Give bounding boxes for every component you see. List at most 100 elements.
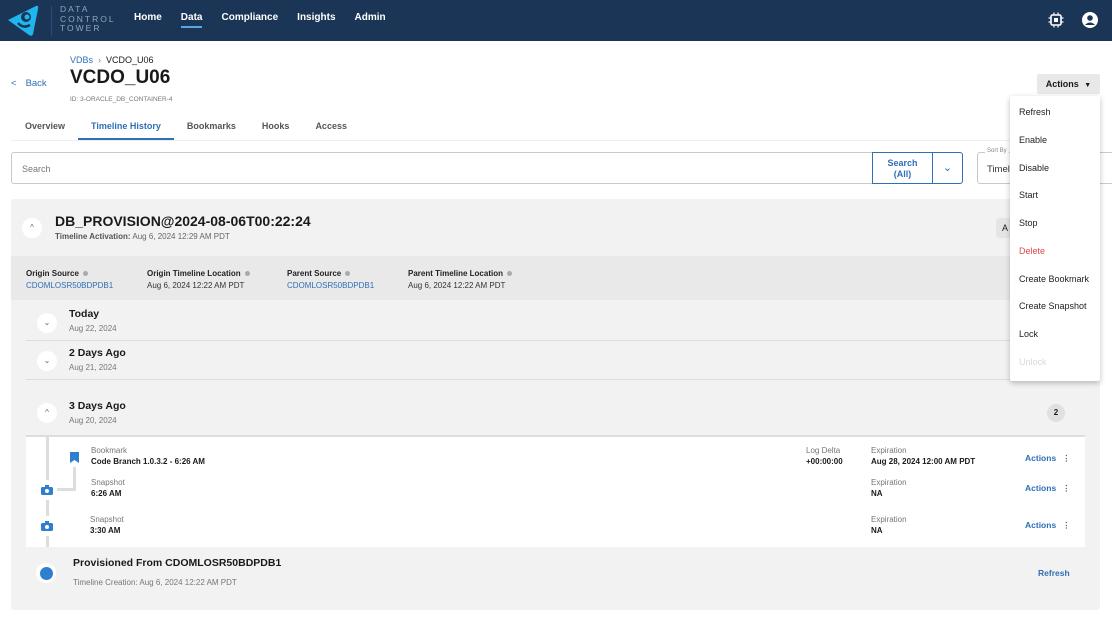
expand-group-button[interactable]: ⌄	[37, 313, 57, 333]
breadcrumb-separator: ›	[98, 55, 102, 65]
search-scope-dropdown[interactable]: ⌄	[932, 152, 963, 184]
menu-item-stop[interactable]: Stop	[1019, 218, 1038, 228]
tab-timeline-history[interactable]: Timeline History	[78, 121, 174, 140]
search-input[interactable]: Search	[11, 152, 873, 184]
menu-item-start[interactable]: Start	[1019, 190, 1038, 200]
item-actions-button[interactable]: Actions ⋮	[1025, 483, 1071, 494]
item-actions-button[interactable]: Actions ⋮	[1025, 520, 1071, 531]
group-today[interactable]	[26, 303, 1085, 341]
back-label: Back	[25, 78, 47, 89]
group-title: 2 Days Ago	[69, 347, 126, 359]
info-icon[interactable]	[82, 271, 88, 277]
expiration-value: Aug 28, 2024 12:00 AM PDT	[871, 457, 976, 466]
item-expiration: Expiration Aug 28, 2024 12:00 AM PDT	[871, 446, 975, 466]
timeline-connector	[73, 466, 76, 490]
item-expiration: Expiration NA	[871, 478, 907, 498]
tab-bookmarks[interactable]: Bookmarks	[187, 121, 236, 131]
timeline-connector	[56, 488, 76, 491]
item-type: Bookmark	[91, 446, 128, 455]
menu-item-enable[interactable]: Enable	[1019, 135, 1047, 145]
chip-icon[interactable]	[1047, 11, 1065, 29]
parent-source-link[interactable]: CDOMLOSR50BDPDB1	[287, 281, 374, 290]
item-snapshot[interactable]: Snapshot 6:26 AM	[91, 478, 125, 498]
meta-label: Origin Source	[26, 269, 79, 278]
group-date: Aug 20, 2024	[69, 416, 117, 425]
meta-label: Origin Timeline Location	[147, 269, 241, 278]
menu-item-create-bookmark[interactable]: Create Bookmark	[1019, 274, 1089, 284]
brand-divider	[51, 6, 52, 36]
expiration-value: NA	[871, 489, 883, 498]
item-actions-label: Actions	[1025, 483, 1057, 493]
tab-hooks[interactable]: Hooks	[262, 121, 290, 131]
item-name: 3:30 AM	[90, 526, 121, 535]
nav-compliance[interactable]: Compliance	[221, 12, 278, 23]
tab-access[interactable]: Access	[315, 121, 347, 131]
chevron-up-icon: ^	[45, 408, 49, 417]
sort-by-label: Sort By	[985, 148, 1009, 154]
actions-button[interactable]: Actions ▼	[1037, 74, 1100, 94]
collapse-timeline-button[interactable]: ^	[22, 218, 42, 238]
provisioned-subtitle: Timeline Creation: Aug 6, 2024 12:22 AM …	[73, 578, 237, 587]
breadcrumb-current: VCDO_U06	[106, 55, 154, 65]
tab-divider	[11, 140, 1100, 141]
item-type: Snapshot	[91, 478, 125, 487]
nav-insights[interactable]: Insights	[297, 12, 335, 23]
breadcrumb: VDBs › VCDO_U06	[70, 55, 154, 65]
item-log-delta: Log Delta +00:00:00	[806, 446, 843, 466]
item-bookmark[interactable]: Bookmark Code Branch 1.0.3.2 - 6:26 AM	[91, 446, 205, 466]
menu-item-lock[interactable]: Lock	[1019, 329, 1038, 339]
meta-origin-timeline-location: Origin Timeline Location Aug 6, 2024 12:2…	[147, 269, 250, 290]
info-icon[interactable]	[506, 271, 512, 277]
menu-item-delete[interactable]: Delete	[1019, 246, 1045, 256]
user-account-icon[interactable]	[1081, 11, 1099, 29]
actions-button-label: Actions	[1045, 79, 1079, 89]
item-snapshot[interactable]: Snapshot 3:30 AM	[90, 515, 124, 535]
camera-icon	[37, 516, 57, 536]
expiration-label: Expiration	[871, 446, 907, 455]
menu-item-disable[interactable]: Disable	[1019, 163, 1049, 173]
actions-menu: Refresh Enable Disable Start Stop Delete…	[1010, 96, 1100, 381]
info-icon[interactable]	[244, 271, 250, 277]
back-button[interactable]: < Back	[11, 78, 47, 89]
item-actions-label: Actions	[1025, 453, 1057, 463]
activation-value: Aug 6, 2024 12:29 AM PDT	[132, 232, 230, 241]
group-date: Aug 22, 2024	[69, 324, 117, 333]
chevron-up-icon: ^	[30, 223, 34, 232]
meta-value: Aug 6, 2024 12:22 AM PDT	[408, 281, 506, 290]
expiration-label: Expiration	[871, 478, 907, 487]
tab-bar: Overview Timeline History Bookmarks Hook…	[25, 121, 373, 140]
collapse-group-button[interactable]: ^	[37, 403, 57, 423]
search-button[interactable]: Search (All)	[872, 152, 933, 184]
menu-item-create-snapshot[interactable]: Create Snapshot	[1019, 301, 1087, 311]
meta-label: Parent Source	[287, 269, 342, 278]
activation-label: Timeline Activation:	[55, 232, 131, 241]
refresh-link[interactable]: Refresh	[1038, 568, 1070, 578]
log-delta-value: +00:00:00	[806, 457, 843, 466]
search-button-label: Search	[887, 158, 918, 168]
info-icon[interactable]	[345, 271, 351, 277]
group-title: Today	[69, 308, 100, 320]
origin-source-link[interactable]: CDOMLOSR50BDPDB1	[26, 281, 113, 290]
group-3-days-ago[interactable]	[26, 390, 1085, 436]
top-nav-bar: DATA CONTROL TOWER Home Data Compliance …	[0, 0, 1112, 41]
bookmark-icon	[64, 447, 84, 467]
meta-value: Aug 6, 2024 12:22 AM PDT	[147, 281, 245, 290]
nav-data[interactable]: Data	[180, 12, 202, 28]
caret-down-icon: ▼	[1084, 82, 1092, 89]
data-control-tower-logo[interactable]	[6, 3, 40, 37]
tab-overview[interactable]: Overview	[25, 121, 65, 131]
item-actions-button[interactable]: Actions ⋮	[1025, 453, 1071, 464]
chevron-down-icon: ⌄	[942, 162, 953, 174]
group-2-days-ago[interactable]	[26, 342, 1085, 380]
nav-home[interactable]: Home	[134, 12, 162, 23]
menu-item-refresh[interactable]: Refresh	[1019, 107, 1051, 117]
expand-group-button[interactable]: ⌄	[37, 351, 57, 371]
breadcrumb-vdbs[interactable]: VDBs	[70, 55, 93, 65]
page-title: VCDO_U06	[70, 67, 171, 88]
provisioned-row	[26, 547, 1085, 599]
chevron-down-icon: ⌄	[43, 318, 51, 327]
meta-parent-timeline-location: Parent Timeline Location Aug 6, 2024 12:2…	[408, 269, 512, 290]
expiration-label: Expiration	[871, 515, 907, 524]
nav-admin[interactable]: Admin	[355, 12, 386, 23]
item-name: 6:26 AM	[91, 489, 122, 498]
